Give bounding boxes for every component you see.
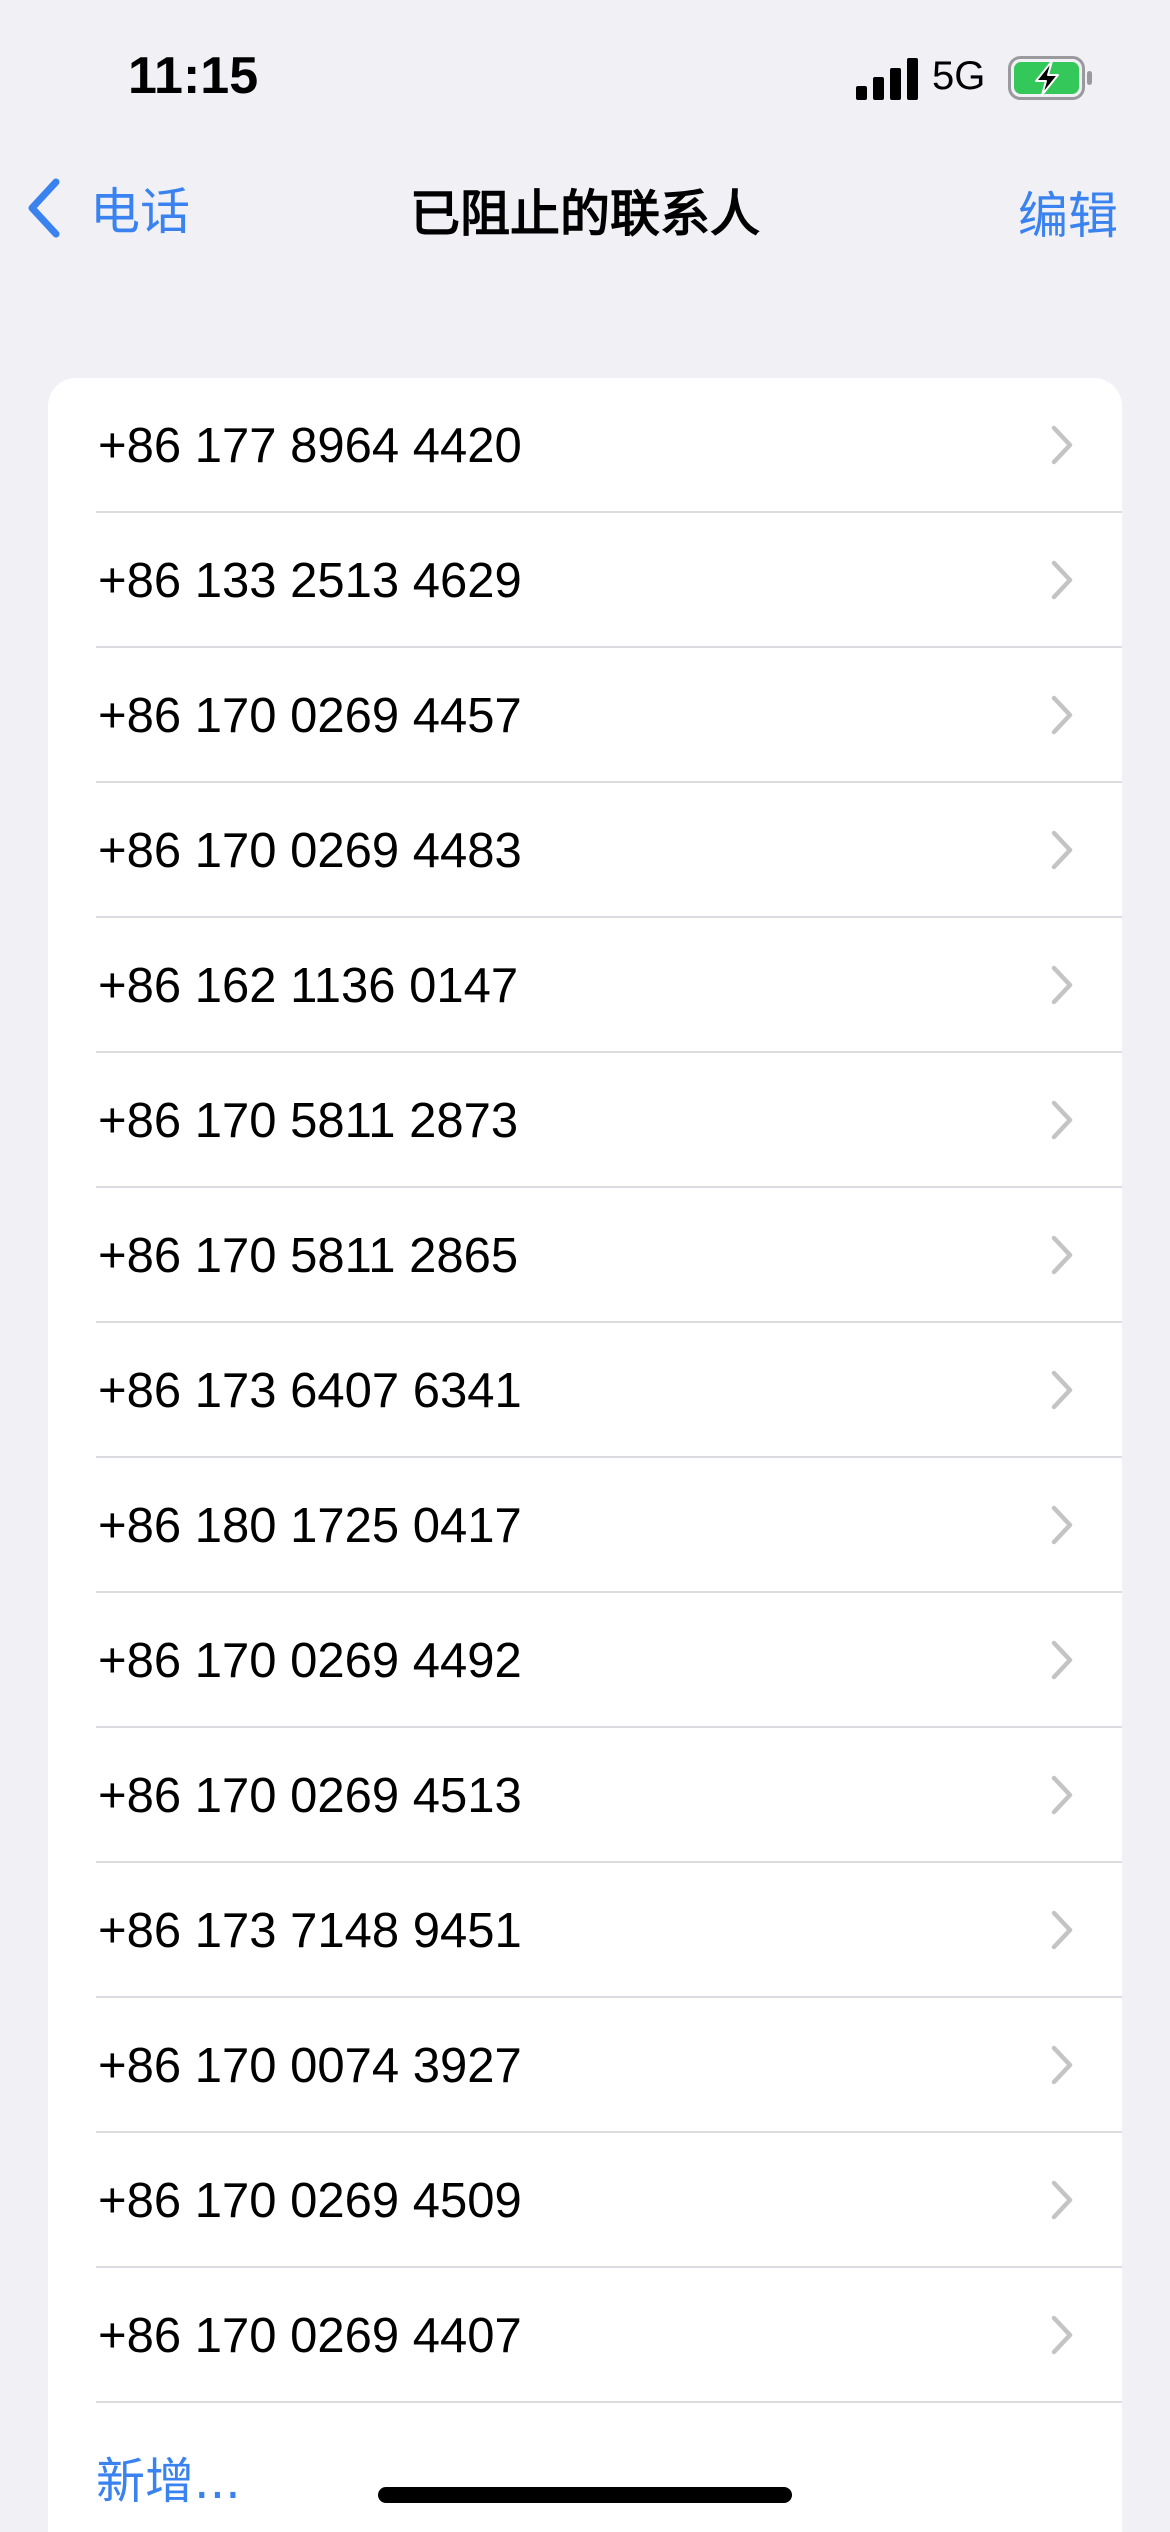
status-bar: 11:15 5G	[0, 0, 1170, 140]
phone-number: +86 170 5811 2865	[98, 1228, 519, 1283]
chevron-right-icon	[1051, 1640, 1073, 1680]
blocked-number-row[interactable]: +86 170 0269 4492	[48, 1593, 1122, 1728]
blocked-number-row[interactable]: +86 170 0269 4509	[48, 2133, 1122, 2268]
phone-number: +86 162 1136 0147	[98, 958, 519, 1013]
chevron-right-icon	[1051, 560, 1073, 600]
phone-number: +86 133 2513 4629	[98, 553, 522, 608]
phone-number: +86 170 0269 4457	[98, 688, 522, 743]
phone-number: +86 170 0269 4407	[98, 2308, 522, 2363]
chevron-right-icon	[1051, 1100, 1073, 1140]
chevron-right-icon	[1051, 1505, 1073, 1545]
phone-number: +86 173 7148 9451	[98, 1903, 522, 1958]
blocked-number-row[interactable]: +86 170 0269 4407	[48, 2268, 1122, 2403]
battery-charging-icon	[1008, 56, 1092, 100]
blocked-number-row[interactable]: +86 170 0269 4483	[48, 783, 1122, 918]
blocked-number-row[interactable]: +86 170 0074 3927	[48, 1998, 1122, 2133]
chevron-right-icon	[1051, 1775, 1073, 1815]
edit-button[interactable]: 编辑	[1018, 176, 1118, 248]
phone-number: +86 170 0269 4492	[98, 1633, 522, 1688]
network-type: 5G	[932, 54, 986, 98]
chevron-right-icon	[1051, 2180, 1073, 2220]
chevron-right-icon	[1051, 1370, 1073, 1410]
phone-number: +86 170 0269 4509	[98, 2173, 522, 2228]
home-indicator[interactable]	[378, 2487, 792, 2503]
blocked-number-row[interactable]: +86 170 5811 2865	[48, 1188, 1122, 1323]
phone-number: +86 180 1725 0417	[98, 1498, 522, 1553]
chevron-right-icon	[1051, 1910, 1073, 1950]
navigation-bar: 电话 已阻止的联系人 编辑	[0, 150, 1170, 266]
chevron-right-icon	[1051, 830, 1073, 870]
status-time: 11:15	[128, 47, 259, 105]
blocked-number-row[interactable]: +86 173 7148 9451	[48, 1863, 1122, 1998]
chevron-right-icon	[1051, 2315, 1073, 2355]
chevron-right-icon	[1051, 1235, 1073, 1275]
blocked-contacts-screen: 11:15 5G 电话 已阻止的联系人 编辑 +86 177 8964 4420…	[0, 0, 1170, 2532]
blocked-number-row[interactable]: +86 170 0269 4457	[48, 648, 1122, 783]
chevron-right-icon	[1051, 695, 1073, 735]
phone-number: +86 170 0269 4483	[98, 823, 522, 878]
phone-number: +86 177 8964 4420	[98, 418, 522, 473]
add-new-button[interactable]: 新增...	[48, 2403, 1122, 2532]
phone-number: +86 173 6407 6341	[98, 1363, 522, 1418]
phone-number: +86 170 5811 2873	[98, 1093, 519, 1148]
chevron-right-icon	[1051, 965, 1073, 1005]
blocked-list: +86 177 8964 4420 +86 133 2513 4629 +86 17…	[48, 378, 1122, 2532]
chevron-right-icon	[1051, 425, 1073, 465]
phone-number: +86 170 0269 4513	[98, 1768, 522, 1823]
cellular-signal-icon	[856, 58, 918, 100]
blocked-number-row[interactable]: +86 133 2513 4629	[48, 513, 1122, 648]
blocked-number-row[interactable]: +86 173 6407 6341	[48, 1323, 1122, 1458]
blocked-number-row[interactable]: +86 180 1725 0417	[48, 1458, 1122, 1593]
page-title: 已阻止的联系人	[410, 185, 760, 243]
blocked-number-row[interactable]: +86 162 1136 0147	[48, 918, 1122, 1053]
blocked-number-row[interactable]: +86 170 0269 4513	[48, 1728, 1122, 1863]
phone-number: +86 170 0074 3927	[98, 2038, 522, 2093]
add-new-label: 新增...	[96, 2452, 241, 2510]
blocked-number-row[interactable]: +86 177 8964 4420	[48, 378, 1122, 513]
blocked-number-row[interactable]: +86 170 5811 2873	[48, 1053, 1122, 1188]
chevron-right-icon	[1051, 2045, 1073, 2085]
